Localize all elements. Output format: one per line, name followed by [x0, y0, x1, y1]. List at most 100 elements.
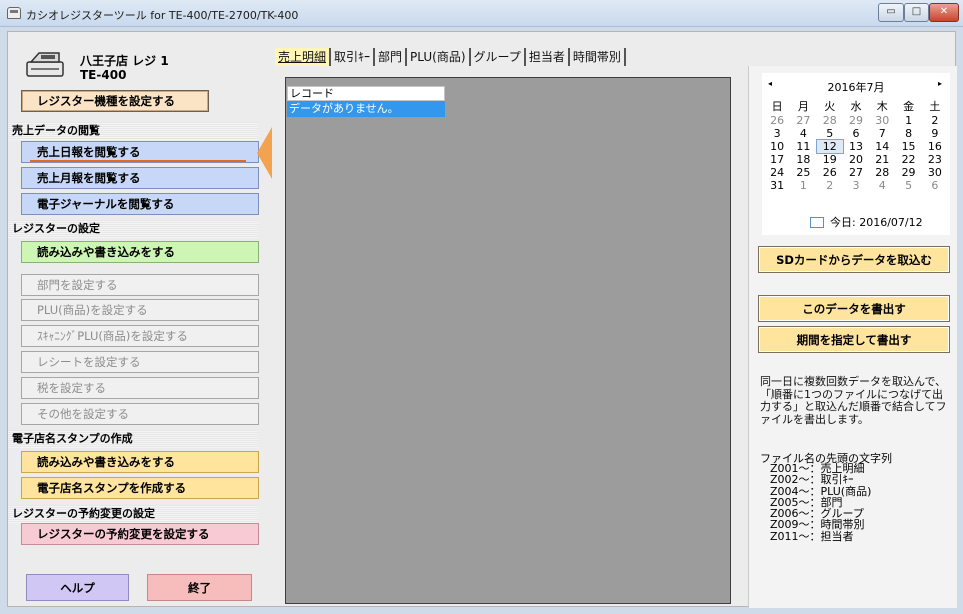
other-setting-button[interactable]: その他を設定する: [21, 403, 259, 425]
calendar-day[interactable]: 16: [922, 140, 948, 153]
calendar-day[interactable]: 26: [817, 166, 843, 179]
reservation-setting-button[interactable]: レジスターの予約変更を設定する: [21, 523, 259, 545]
calendar-day[interactable]: 8: [895, 127, 921, 140]
calendar-day[interactable]: 28: [817, 114, 843, 127]
section-register-settings: レジスターの設定: [8, 220, 258, 238]
calendar-day[interactable]: 20: [843, 153, 869, 166]
calendar-day[interactable]: 29: [895, 166, 921, 179]
section-reservation: レジスターの予約変更の設定: [8, 505, 258, 523]
window-title: カシオレジスターツール for TE-400/TE-2700/TK-400: [26, 9, 299, 22]
calendar-day[interactable]: 27: [843, 166, 869, 179]
calendar-day[interactable]: 1: [895, 114, 921, 127]
weekday-fri: 金: [903, 100, 915, 113]
calendar-day[interactable]: 24: [764, 166, 790, 179]
selection-arrow: [257, 127, 272, 179]
calendar-day[interactable]: 18: [790, 153, 816, 166]
minimize-button[interactable]: ▭: [878, 3, 904, 22]
weekday-thu: 木: [876, 100, 888, 113]
receipt-setting-button[interactable]: レシートを設定する: [21, 351, 259, 373]
calendar-day[interactable]: 21: [869, 153, 895, 166]
calendar-day[interactable]: 30: [869, 114, 895, 127]
calendar-grid: 日 月 火 水 木 金 土 26 27 28 29 30 1 2 3 4 5 6…: [764, 100, 948, 192]
calendar-day[interactable]: 29: [843, 114, 869, 127]
calendar-day[interactable]: 1: [790, 179, 816, 192]
section-sales-view: 売上データの閲覧: [8, 122, 258, 140]
calendar-day[interactable]: 10: [764, 140, 790, 153]
calendar-day[interactable]: 22: [895, 153, 921, 166]
calendar-day[interactable]: 28: [869, 166, 895, 179]
calendar-day[interactable]: 25: [790, 166, 816, 179]
tab-plu[interactable]: PLU(商品): [407, 48, 471, 66]
scan-plu-setting-button[interactable]: ｽｷｬﾆﾝｸﾞPLU(商品)を設定する: [21, 325, 259, 347]
calendar-day[interactable]: 30: [922, 166, 948, 179]
today-marker-icon: [810, 216, 824, 228]
client-area: 八王子店 レジ 1 TE-400 レジスター機種を設定する 売上データの閲覧 売…: [7, 31, 957, 608]
tab-clerk[interactable]: 担当者: [526, 48, 570, 66]
cash-register-icon: [26, 52, 64, 77]
calendar-day[interactable]: 3: [764, 127, 790, 140]
read-write-button[interactable]: 読み込みや書き込みをする: [21, 241, 259, 263]
weekday-wed: 水: [850, 100, 862, 113]
journal-button[interactable]: 電子ジャーナルを閲覧する: [21, 193, 259, 215]
calendar-day[interactable]: 9: [922, 127, 948, 140]
calendar-day[interactable]: 7: [869, 127, 895, 140]
calendar-day[interactable]: 6: [922, 179, 948, 192]
export-data-button[interactable]: このデータを書出す: [758, 295, 950, 322]
plu-setting-button[interactable]: PLU(商品)を設定する: [21, 299, 259, 321]
calendar-day[interactable]: 15: [895, 140, 921, 153]
calendar-day[interactable]: 14: [869, 140, 895, 153]
calendar-day[interactable]: 13: [843, 140, 869, 153]
calendar-day[interactable]: 4: [869, 179, 895, 192]
next-month-icon[interactable]: ▸: [938, 79, 942, 88]
grid-empty-row[interactable]: データがありません。: [287, 101, 445, 117]
calendar-day[interactable]: 5: [817, 127, 843, 140]
calendar-day[interactable]: 3: [843, 179, 869, 192]
export-period-button[interactable]: 期間を指定して書出す: [758, 326, 950, 353]
calendar-day[interactable]: 6: [843, 127, 869, 140]
calendar-day[interactable]: 19: [817, 153, 843, 166]
selected-indicator: [30, 160, 246, 162]
section-stamp: 電子店名スタンプの作成: [8, 430, 258, 448]
tab-transaction-key[interactable]: 取引ｷｰ: [331, 48, 376, 66]
tab-department[interactable]: 部門: [375, 48, 408, 66]
calendar-day[interactable]: 2: [922, 114, 948, 127]
tab-group[interactable]: グループ: [471, 48, 526, 66]
calendar-day[interactable]: 2: [817, 179, 843, 192]
calendar-day[interactable]: 27: [790, 114, 816, 127]
calendar-day-today[interactable]: 12: [815, 139, 844, 154]
tab-sales-detail[interactable]: 売上明細: [275, 48, 332, 66]
prefix-list: Z001～：売上明細 Z002～：取引ｷｰ Z004～：PLU(商品) Z005…: [770, 463, 871, 542]
calendar-title: 2016年7月: [827, 81, 885, 94]
exit-button[interactable]: 終了: [147, 574, 252, 601]
title-bar: カシオレジスターツール for TE-400/TE-2700/TK-400 ▭ …: [0, 0, 963, 27]
calendar[interactable]: ◂ 2016年7月 ▸ 日 月 火 水 木 金 土 26 27 28 29 30…: [762, 73, 950, 235]
calendar-day[interactable]: 17: [764, 153, 790, 166]
weekday-tue: 火: [824, 100, 836, 113]
calendar-day[interactable]: 11: [790, 140, 816, 153]
tax-setting-button[interactable]: 税を設定する: [21, 377, 259, 399]
weekday-mon: 月: [797, 100, 809, 113]
calendar-day[interactable]: 4: [790, 127, 816, 140]
weekday-sat: 土: [929, 100, 941, 113]
calendar-day[interactable]: 5: [895, 179, 921, 192]
maximize-button[interactable]: □: [904, 3, 929, 22]
tab-time-period[interactable]: 時間帯別: [570, 48, 626, 66]
stamp-read-write-button[interactable]: 読み込みや書き込みをする: [21, 451, 259, 473]
model-name: TE-400: [80, 68, 127, 82]
set-model-button[interactable]: レジスター機種を設定する: [21, 90, 209, 112]
calendar-today-label: 今日: 2016/07/12: [830, 216, 923, 229]
report-tabs: 売上明細 取引ｷｰ 部門 PLU(商品) グループ 担当者 時間帯別: [275, 48, 626, 66]
stamp-create-button[interactable]: 電子店名スタンプを作成する: [21, 477, 259, 499]
weekday-sun: 日: [771, 100, 783, 113]
close-button[interactable]: ✕: [929, 3, 959, 22]
data-grid[interactable]: レコード データがありません。: [285, 77, 731, 604]
dept-setting-button[interactable]: 部門を設定する: [21, 274, 259, 296]
monthly-report-button[interactable]: 売上月報を閲覧する: [21, 167, 259, 189]
calendar-day[interactable]: 31: [764, 179, 790, 192]
import-sd-button[interactable]: SDカードからデータを取込む: [758, 246, 950, 273]
grid-column-header[interactable]: レコード: [287, 86, 445, 101]
calendar-day[interactable]: 23: [922, 153, 948, 166]
help-button[interactable]: ヘルプ: [26, 574, 129, 601]
calendar-today-link[interactable]: 今日: 2016/07/12: [810, 214, 923, 230]
calendar-day[interactable]: 26: [764, 114, 790, 127]
